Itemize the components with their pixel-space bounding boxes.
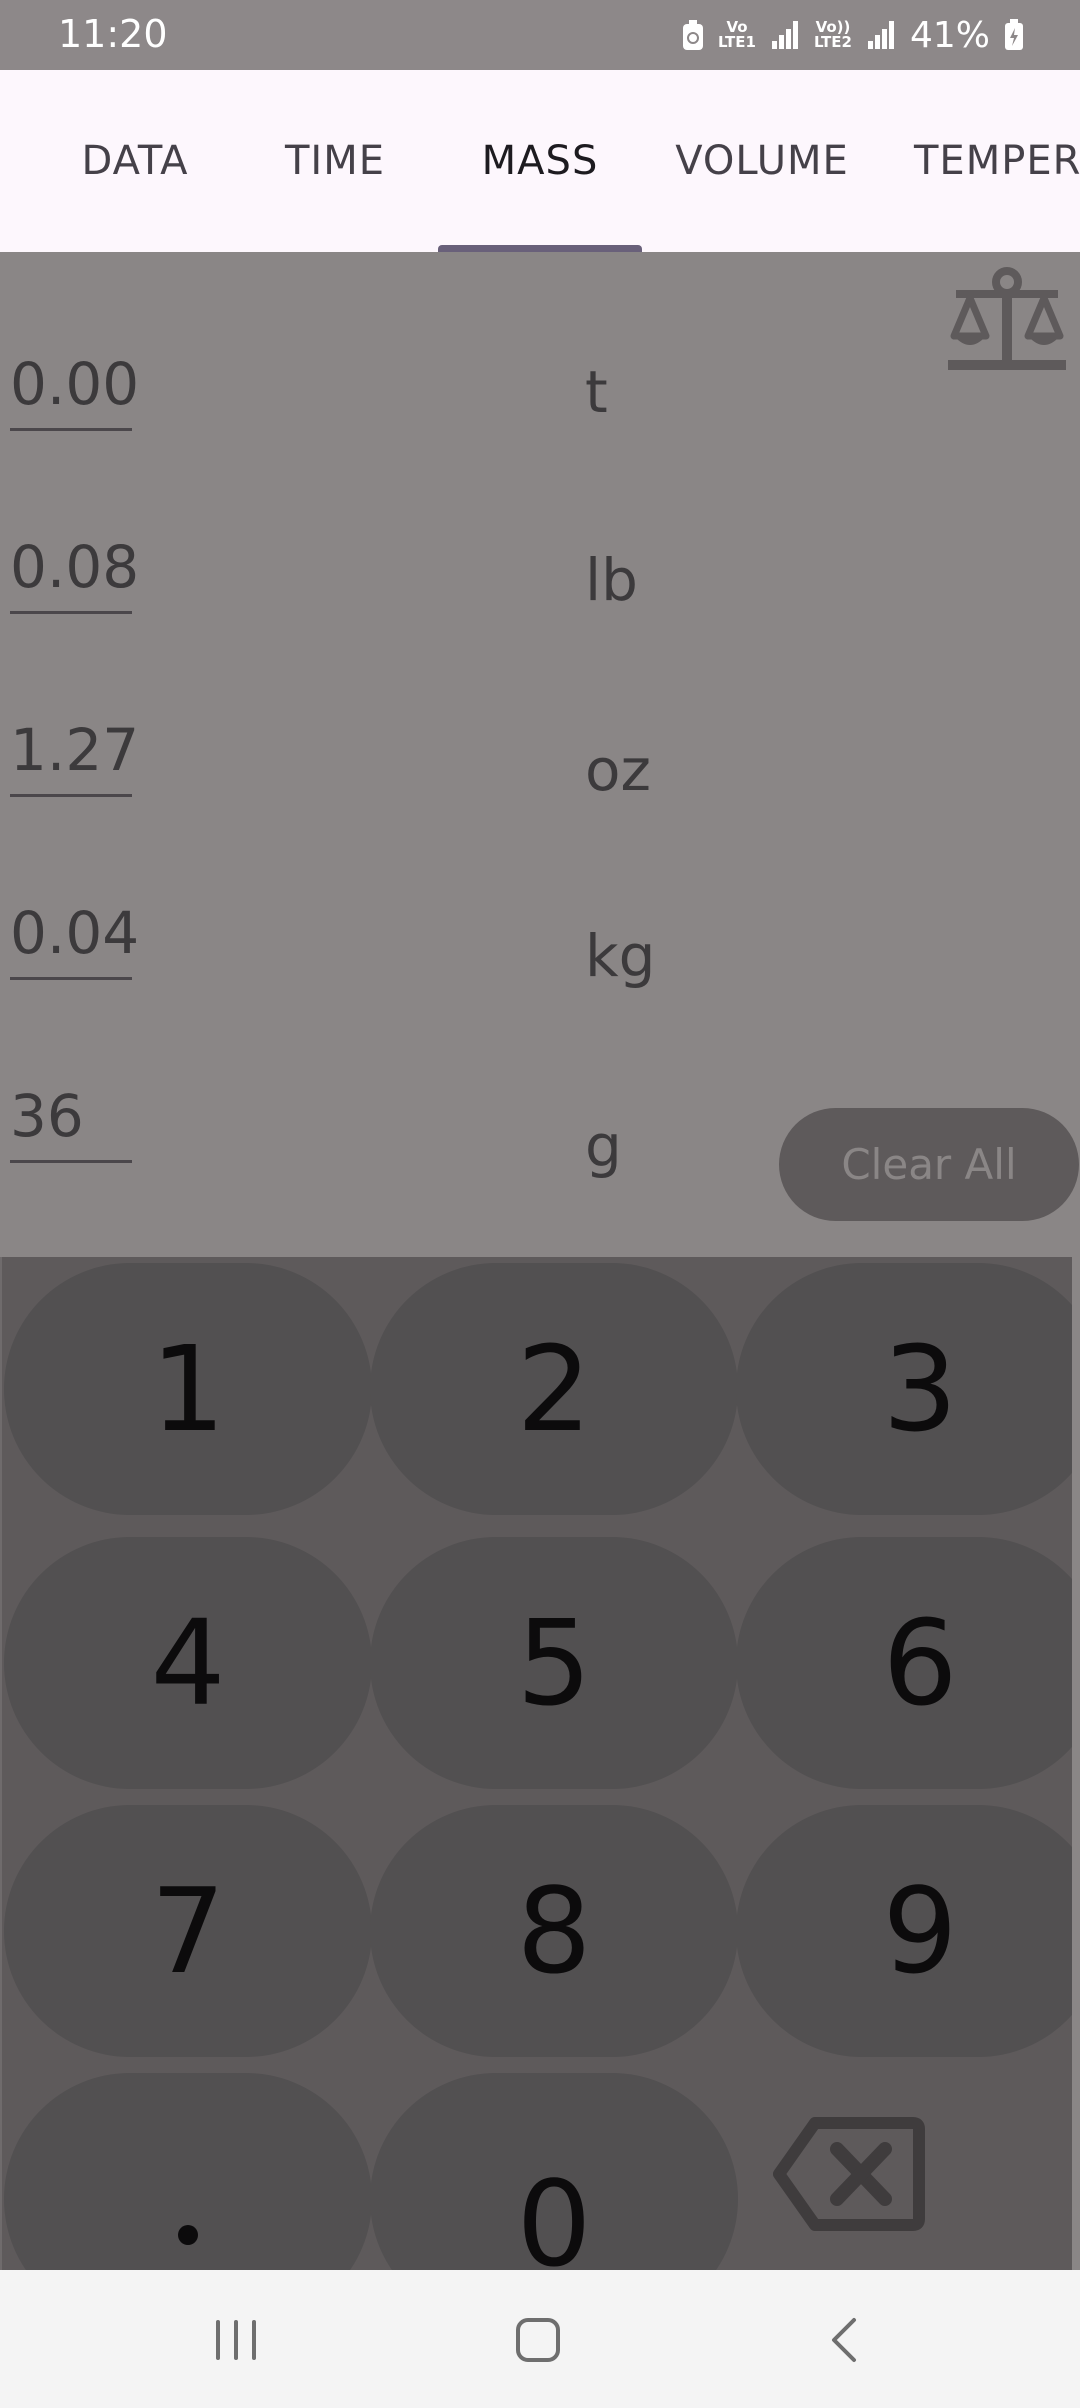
sim2-label: Vo)) LTE2 [813, 18, 852, 51]
system-nav-bar [0, 2270, 1080, 2408]
battery-charging-icon [1005, 19, 1023, 50]
value-input-gram[interactable]: 36 [10, 1081, 132, 1163]
key-decimal[interactable]: . [4, 2073, 372, 2270]
key-1[interactable]: 1 [4, 1263, 372, 1515]
value-input-tonne[interactable]: 0.00 [10, 349, 139, 431]
tab-volume[interactable]: VOLUME [662, 70, 862, 252]
key-5[interactable]: 5 [370, 1537, 738, 1789]
category-tab-bar: DATA TIME MASS VOLUME TEMPER [0, 70, 1080, 252]
value-input-ounce[interactable]: 1.27 [10, 715, 139, 797]
numeric-keypad: 1 2 3 4 5 6 7 8 9 . 0 [0, 1257, 1072, 2270]
recents-icon[interactable] [212, 2320, 260, 2360]
data-saver-icon [682, 20, 703, 50]
key-6[interactable]: 6 [736, 1537, 1072, 1789]
unit-label-tonne: t [585, 358, 608, 426]
decimal-point [178, 2225, 198, 2245]
home-icon[interactable] [516, 2318, 560, 2362]
tab-data[interactable]: DATA [20, 70, 250, 252]
key-3[interactable]: 3 [736, 1263, 1072, 1515]
backspace-icon[interactable] [773, 2115, 925, 2233]
sim1-label: Vo LTE1 [717, 18, 756, 51]
tab-indicator [438, 245, 642, 252]
scale-balance-icon [948, 267, 1066, 370]
key-2[interactable]: 2 [370, 1263, 738, 1515]
unit-label-pound: lb [585, 546, 638, 614]
conversion-panel: 0.00 t 0.08 lb 1.27 oz 0.04 kg 36 g Clea… [0, 252, 1080, 1257]
unit-label-ounce: oz [585, 736, 651, 804]
value-input-pound[interactable]: 0.08 [10, 532, 139, 614]
unit-label-kilogram: kg [585, 922, 656, 990]
tab-temperature[interactable]: TEMPER [914, 70, 1080, 252]
signal-1-icon [770, 21, 800, 49]
status-time: 11:20 [58, 12, 168, 56]
status-bar: 11:20 Vo LTE1 Vo)) LTE2 41% [0, 0, 1080, 70]
tab-mass[interactable]: MASS [438, 70, 642, 252]
key-8[interactable]: 8 [370, 1805, 738, 2057]
tab-time[interactable]: TIME [230, 70, 440, 252]
key-0[interactable]: 0 [370, 2073, 738, 2270]
key-4[interactable]: 4 [4, 1537, 372, 1789]
unit-label-gram: g [585, 1112, 622, 1180]
clear-all-button[interactable]: Clear All [779, 1108, 1079, 1221]
status-icons: Vo LTE1 Vo)) LTE2 41% [682, 12, 1024, 58]
battery-percent: 41% [909, 14, 990, 56]
back-icon[interactable] [826, 2316, 866, 2364]
signal-2-icon [866, 21, 896, 49]
key-7[interactable]: 7 [4, 1805, 372, 2057]
key-9[interactable]: 9 [736, 1805, 1072, 2057]
value-input-kilogram[interactable]: 0.04 [10, 898, 139, 980]
